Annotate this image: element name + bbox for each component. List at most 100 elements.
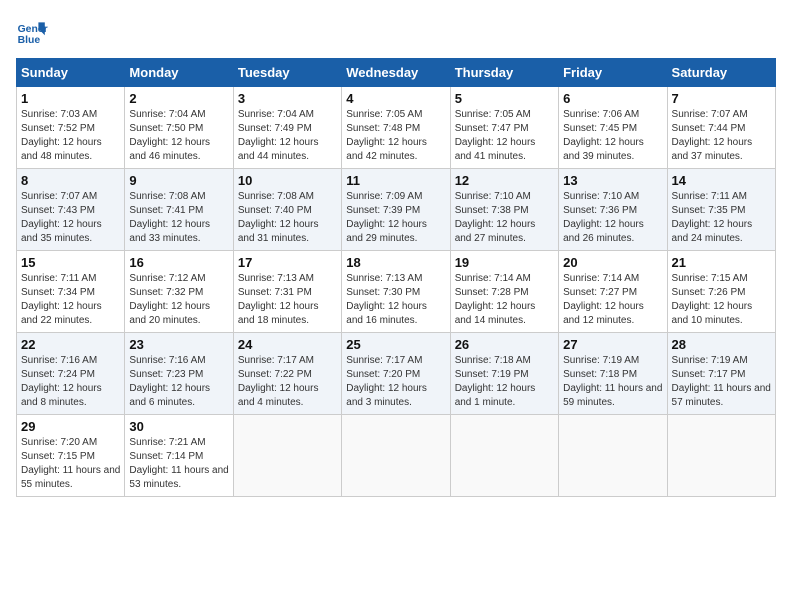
- sunrise-label: Sunrise: 7:20 AM: [21, 437, 97, 448]
- sunrise-label: Sunrise: 7:18 AM: [455, 355, 531, 366]
- calendar-cell: 10 Sunrise: 7:08 AM Sunset: 7:40 PM Dayl…: [233, 169, 341, 251]
- day-number: 3: [238, 91, 337, 106]
- calendar-cell: 3 Sunrise: 7:04 AM Sunset: 7:49 PM Dayli…: [233, 87, 341, 169]
- sunset-label: Sunset: 7:34 PM: [21, 287, 95, 298]
- sunrise-label: Sunrise: 7:12 AM: [129, 273, 205, 284]
- day-info: Sunrise: 7:16 AM Sunset: 7:23 PM Dayligh…: [129, 354, 228, 410]
- sunset-label: Sunset: 7:48 PM: [346, 123, 420, 134]
- sunset-label: Sunset: 7:32 PM: [129, 287, 203, 298]
- day-number: 6: [563, 91, 662, 106]
- logo: General Blue: [16, 16, 48, 48]
- sunrise-label: Sunrise: 7:05 AM: [346, 109, 422, 120]
- day-number: 18: [346, 255, 445, 270]
- sunset-label: Sunset: 7:14 PM: [129, 451, 203, 462]
- calendar-cell: 26 Sunrise: 7:18 AM Sunset: 7:19 PM Dayl…: [450, 333, 558, 415]
- day-number: 17: [238, 255, 337, 270]
- sunset-label: Sunset: 7:43 PM: [21, 205, 95, 216]
- calendar-cell: 23 Sunrise: 7:16 AM Sunset: 7:23 PM Dayl…: [125, 333, 233, 415]
- daylight-label: Daylight: 12 hours and 3 minutes.: [346, 383, 427, 408]
- day-number: 1: [21, 91, 120, 106]
- sunset-label: Sunset: 7:36 PM: [563, 205, 637, 216]
- day-info: Sunrise: 7:14 AM Sunset: 7:28 PM Dayligh…: [455, 272, 554, 328]
- day-number: 14: [672, 173, 771, 188]
- calendar-cell: [342, 415, 450, 497]
- daylight-label: Daylight: 12 hours and 42 minutes.: [346, 137, 427, 162]
- day-info: Sunrise: 7:11 AM Sunset: 7:35 PM Dayligh…: [672, 190, 771, 246]
- sunset-label: Sunset: 7:45 PM: [563, 123, 637, 134]
- day-info: Sunrise: 7:09 AM Sunset: 7:39 PM Dayligh…: [346, 190, 445, 246]
- calendar-header-row: SundayMondayTuesdayWednesdayThursdayFrid…: [17, 59, 776, 87]
- sunrise-label: Sunrise: 7:09 AM: [346, 191, 422, 202]
- sunset-label: Sunset: 7:31 PM: [238, 287, 312, 298]
- day-info: Sunrise: 7:07 AM Sunset: 7:44 PM Dayligh…: [672, 108, 771, 164]
- calendar-cell: 25 Sunrise: 7:17 AM Sunset: 7:20 PM Dayl…: [342, 333, 450, 415]
- day-info: Sunrise: 7:04 AM Sunset: 7:50 PM Dayligh…: [129, 108, 228, 164]
- day-info: Sunrise: 7:10 AM Sunset: 7:36 PM Dayligh…: [563, 190, 662, 246]
- day-info: Sunrise: 7:17 AM Sunset: 7:22 PM Dayligh…: [238, 354, 337, 410]
- calendar-cell: [667, 415, 775, 497]
- daylight-label: Daylight: 12 hours and 14 minutes.: [455, 301, 536, 326]
- sunset-label: Sunset: 7:28 PM: [455, 287, 529, 298]
- day-info: Sunrise: 7:14 AM Sunset: 7:27 PM Dayligh…: [563, 272, 662, 328]
- daylight-label: Daylight: 12 hours and 10 minutes.: [672, 301, 753, 326]
- daylight-label: Daylight: 12 hours and 33 minutes.: [129, 219, 210, 244]
- sunrise-label: Sunrise: 7:19 AM: [672, 355, 748, 366]
- sunset-label: Sunset: 7:44 PM: [672, 123, 746, 134]
- sunrise-label: Sunrise: 7:06 AM: [563, 109, 639, 120]
- day-info: Sunrise: 7:12 AM Sunset: 7:32 PM Dayligh…: [129, 272, 228, 328]
- day-number: 30: [129, 419, 228, 434]
- sunset-label: Sunset: 7:49 PM: [238, 123, 312, 134]
- sunrise-label: Sunrise: 7:08 AM: [129, 191, 205, 202]
- day-number: 13: [563, 173, 662, 188]
- calendar-cell: 17 Sunrise: 7:13 AM Sunset: 7:31 PM Dayl…: [233, 251, 341, 333]
- day-number: 28: [672, 337, 771, 352]
- daylight-label: Daylight: 12 hours and 46 minutes.: [129, 137, 210, 162]
- sunset-label: Sunset: 7:20 PM: [346, 369, 420, 380]
- calendar-cell: 11 Sunrise: 7:09 AM Sunset: 7:39 PM Dayl…: [342, 169, 450, 251]
- day-info: Sunrise: 7:08 AM Sunset: 7:41 PM Dayligh…: [129, 190, 228, 246]
- calendar-cell: 14 Sunrise: 7:11 AM Sunset: 7:35 PM Dayl…: [667, 169, 775, 251]
- sunset-label: Sunset: 7:35 PM: [672, 205, 746, 216]
- daylight-label: Daylight: 12 hours and 4 minutes.: [238, 383, 319, 408]
- day-info: Sunrise: 7:15 AM Sunset: 7:26 PM Dayligh…: [672, 272, 771, 328]
- calendar-cell: [233, 415, 341, 497]
- calendar-cell: 30 Sunrise: 7:21 AM Sunset: 7:14 PM Dayl…: [125, 415, 233, 497]
- day-info: Sunrise: 7:16 AM Sunset: 7:24 PM Dayligh…: [21, 354, 120, 410]
- daylight-label: Daylight: 12 hours and 48 minutes.: [21, 137, 102, 162]
- daylight-label: Daylight: 11 hours and 55 minutes.: [21, 465, 120, 490]
- daylight-label: Daylight: 12 hours and 8 minutes.: [21, 383, 102, 408]
- calendar-table: SundayMondayTuesdayWednesdayThursdayFrid…: [16, 58, 776, 497]
- sunrise-label: Sunrise: 7:04 AM: [129, 109, 205, 120]
- day-number: 24: [238, 337, 337, 352]
- day-of-week-header: Monday: [125, 59, 233, 87]
- sunset-label: Sunset: 7:38 PM: [455, 205, 529, 216]
- day-info: Sunrise: 7:08 AM Sunset: 7:40 PM Dayligh…: [238, 190, 337, 246]
- calendar-cell: 27 Sunrise: 7:19 AM Sunset: 7:18 PM Dayl…: [559, 333, 667, 415]
- day-of-week-header: Saturday: [667, 59, 775, 87]
- day-number: 12: [455, 173, 554, 188]
- day-number: 22: [21, 337, 120, 352]
- sunrise-label: Sunrise: 7:14 AM: [455, 273, 531, 284]
- day-of-week-header: Tuesday: [233, 59, 341, 87]
- sunrise-label: Sunrise: 7:15 AM: [672, 273, 748, 284]
- day-number: 29: [21, 419, 120, 434]
- calendar-cell: 21 Sunrise: 7:15 AM Sunset: 7:26 PM Dayl…: [667, 251, 775, 333]
- calendar-week-row: 1 Sunrise: 7:03 AM Sunset: 7:52 PM Dayli…: [17, 87, 776, 169]
- calendar-cell: 8 Sunrise: 7:07 AM Sunset: 7:43 PM Dayli…: [17, 169, 125, 251]
- calendar-cell: 1 Sunrise: 7:03 AM Sunset: 7:52 PM Dayli…: [17, 87, 125, 169]
- calendar-week-row: 22 Sunrise: 7:16 AM Sunset: 7:24 PM Dayl…: [17, 333, 776, 415]
- sunrise-label: Sunrise: 7:19 AM: [563, 355, 639, 366]
- sunrise-label: Sunrise: 7:17 AM: [238, 355, 314, 366]
- day-number: 5: [455, 91, 554, 106]
- calendar-cell: 6 Sunrise: 7:06 AM Sunset: 7:45 PM Dayli…: [559, 87, 667, 169]
- daylight-label: Daylight: 12 hours and 31 minutes.: [238, 219, 319, 244]
- calendar-week-row: 29 Sunrise: 7:20 AM Sunset: 7:15 PM Dayl…: [17, 415, 776, 497]
- sunset-label: Sunset: 7:22 PM: [238, 369, 312, 380]
- sunrise-label: Sunrise: 7:07 AM: [672, 109, 748, 120]
- sunrise-label: Sunrise: 7:10 AM: [563, 191, 639, 202]
- sunrise-label: Sunrise: 7:10 AM: [455, 191, 531, 202]
- sunset-label: Sunset: 7:15 PM: [21, 451, 95, 462]
- day-info: Sunrise: 7:13 AM Sunset: 7:31 PM Dayligh…: [238, 272, 337, 328]
- daylight-label: Daylight: 12 hours and 20 minutes.: [129, 301, 210, 326]
- sunrise-label: Sunrise: 7:08 AM: [238, 191, 314, 202]
